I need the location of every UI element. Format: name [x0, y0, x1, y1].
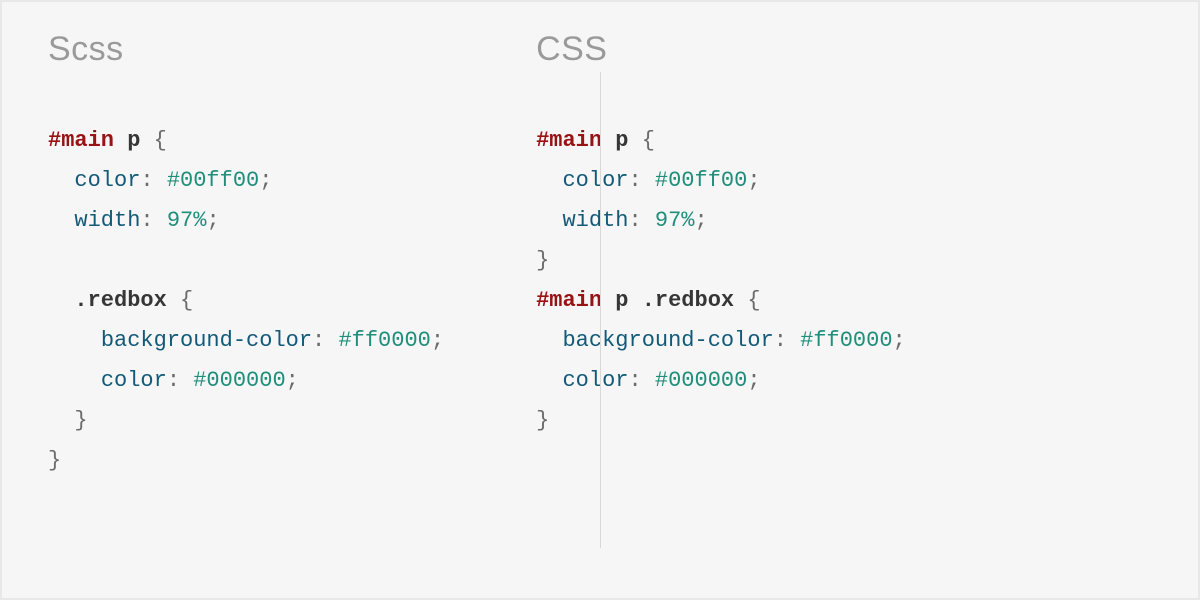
code-token — [114, 128, 127, 153]
code-token: color — [562, 368, 628, 393]
code-token — [536, 208, 562, 233]
code-token: width — [562, 208, 628, 233]
code-token: ; — [747, 168, 760, 193]
code-token: : — [774, 328, 800, 353]
code-token — [629, 288, 642, 313]
code-token: 97% — [167, 208, 207, 233]
code-token: } — [536, 408, 549, 433]
code-token — [48, 328, 101, 353]
scss-code-block: #main p { color: #00ff00; width: 97%; .r… — [48, 121, 444, 481]
code-token: } — [48, 408, 88, 433]
code-token: color — [74, 168, 140, 193]
code-token: p — [615, 288, 628, 313]
code-token — [602, 288, 615, 313]
code-token — [48, 368, 101, 393]
code-token: #ff0000 — [800, 328, 892, 353]
code-token — [536, 368, 562, 393]
code-token: : — [140, 208, 166, 233]
code-line: width: 97%; — [48, 201, 444, 241]
code-token: ; — [206, 208, 219, 233]
code-token: { — [734, 288, 760, 313]
code-line: color: #000000; — [48, 361, 444, 401]
code-token: color — [101, 368, 167, 393]
code-line: color: #000000; — [536, 361, 1152, 401]
code-token: : — [312, 328, 338, 353]
scss-panel: Scss #main p { color: #00ff00; width: 97… — [2, 2, 490, 598]
code-token: #000000 — [193, 368, 285, 393]
code-token: ; — [431, 328, 444, 353]
code-line: } — [536, 241, 1152, 281]
code-line: color: #00ff00; — [48, 161, 444, 201]
code-token: #ff0000 — [338, 328, 430, 353]
code-token: background-color — [101, 328, 312, 353]
code-line: #main p .redbox { — [536, 281, 1152, 321]
code-line: } — [536, 401, 1152, 441]
code-line: .redbox { — [48, 281, 444, 321]
css-code-block: #main p { color: #00ff00; width: 97%;} #m… — [536, 121, 1152, 441]
code-token: #main — [48, 128, 114, 153]
code-token — [48, 208, 74, 233]
code-token: width — [74, 208, 140, 233]
scss-title: Scss — [48, 30, 444, 69]
code-token: : — [629, 208, 655, 233]
code-token: ; — [286, 368, 299, 393]
code-token: : — [629, 168, 655, 193]
code-line: width: 97%; — [536, 201, 1152, 241]
code-token: ; — [695, 208, 708, 233]
code-token — [536, 328, 562, 353]
code-token: { — [629, 128, 655, 153]
code-token: #000000 — [655, 368, 747, 393]
code-token — [536, 168, 562, 193]
code-token: { — [140, 128, 166, 153]
code-line: background-color: #ff0000; — [536, 321, 1152, 361]
code-token: : — [629, 368, 655, 393]
code-line: #main p { — [536, 121, 1152, 161]
code-token: #00ff00 — [167, 168, 259, 193]
code-token: : — [140, 168, 166, 193]
code-token: } — [536, 248, 549, 273]
code-token — [602, 128, 615, 153]
code-token: background-color — [562, 328, 773, 353]
code-token: : — [167, 368, 193, 393]
code-token: .redbox — [74, 288, 166, 313]
code-line: } — [48, 401, 444, 441]
code-line — [48, 241, 444, 281]
code-token: { — [167, 288, 193, 313]
css-panel: CSS #main p { color: #00ff00; width: 97%… — [490, 2, 1198, 598]
code-token: 97% — [655, 208, 695, 233]
code-token: ; — [747, 368, 760, 393]
code-token: p — [127, 128, 140, 153]
code-token: .redbox — [642, 288, 734, 313]
code-token — [48, 288, 74, 313]
code-line: background-color: #ff0000; — [48, 321, 444, 361]
css-title: CSS — [536, 30, 1152, 69]
code-token: #main — [536, 288, 602, 313]
comparison-card: Scss #main p { color: #00ff00; width: 97… — [0, 0, 1200, 600]
code-token: ; — [893, 328, 906, 353]
panel-divider — [600, 72, 601, 548]
code-token: } — [48, 448, 61, 473]
code-token — [48, 248, 61, 273]
code-token: color — [562, 168, 628, 193]
code-token: #main — [536, 128, 602, 153]
code-line: } — [48, 441, 444, 481]
code-token — [48, 168, 74, 193]
code-token: #00ff00 — [655, 168, 747, 193]
code-token: ; — [259, 168, 272, 193]
code-token: p — [615, 128, 628, 153]
code-line: #main p { — [48, 121, 444, 161]
code-line: color: #00ff00; — [536, 161, 1152, 201]
